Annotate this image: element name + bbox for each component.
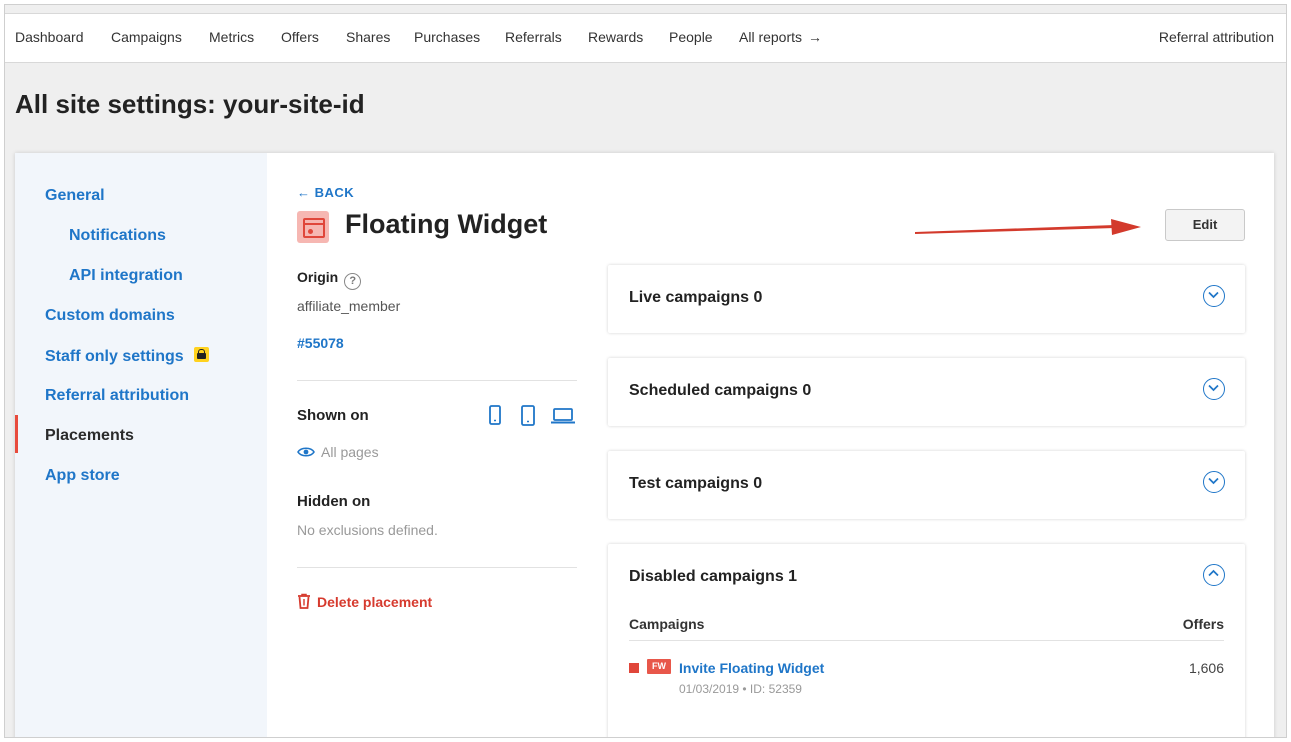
- hidden-on-label: Hidden on: [297, 493, 371, 510]
- sidebar-item-placements[interactable]: Placements: [45, 427, 134, 445]
- top-navigation: Dashboard Campaigns Metrics Offers Share…: [5, 13, 1286, 63]
- phone-icon[interactable]: [489, 405, 501, 425]
- nav-referral-attribution[interactable]: Referral attribution: [1159, 29, 1274, 45]
- panel-scheduled-campaigns: Scheduled campaigns 0: [608, 358, 1245, 426]
- back-label: BACK: [314, 185, 355, 200]
- placement-id-link[interactable]: #55078: [297, 335, 344, 351]
- floating-widget-icon: [297, 211, 329, 243]
- sidebar-item-label: Staff only settings: [45, 348, 184, 365]
- sidebar-item-staff-only-settings[interactable]: Staff only settings: [45, 347, 209, 366]
- arrow-left-icon: ←: [297, 185, 315, 200]
- panel-title: Live campaigns 0: [629, 289, 763, 306]
- active-indicator: [15, 415, 18, 453]
- edit-button[interactable]: Edit: [1165, 209, 1245, 241]
- divider: [629, 640, 1224, 641]
- hidden-on-value: No exclusions defined.: [297, 522, 438, 538]
- sidebar-item-general[interactable]: General: [45, 187, 105, 205]
- sidebar-item-notifications[interactable]: Notifications: [69, 227, 166, 245]
- chevron-down-icon[interactable]: [1203, 471, 1225, 493]
- laptop-icon[interactable]: [551, 408, 575, 424]
- help-icon[interactable]: ?: [344, 273, 362, 290]
- campaign-meta: 01/03/2019 • ID: 52359: [679, 682, 802, 696]
- divider: [297, 567, 577, 568]
- arrow-right-icon: →: [808, 29, 823, 45]
- page-title: All site settings: your-site-id: [15, 89, 365, 119]
- nav-campaigns[interactable]: Campaigns: [111, 29, 182, 45]
- sidebar-item-custom-domains[interactable]: Custom domains: [45, 307, 175, 325]
- panel-test-campaigns: Test campaigns 0: [608, 451, 1245, 519]
- nav-metrics[interactable]: Metrics: [209, 29, 254, 45]
- campaign-link[interactable]: Invite Floating Widget: [679, 660, 824, 676]
- chevron-up-icon[interactable]: [1203, 564, 1225, 586]
- back-link[interactable]: ← BACK: [297, 185, 354, 200]
- sidebar-item-app-store[interactable]: App store: [45, 467, 120, 485]
- annotation-arrow: [915, 219, 1141, 235]
- nav-referrals[interactable]: Referrals: [505, 29, 562, 45]
- column-header-campaigns: Campaigns: [629, 616, 705, 632]
- delete-placement-button[interactable]: Delete placement: [297, 593, 432, 610]
- placement-title: Floating Widget: [345, 209, 548, 239]
- campaign-offers-count: 1,606: [1188, 660, 1224, 676]
- shown-on-row: All pages: [297, 444, 379, 460]
- shown-on-label: Shown on: [297, 407, 369, 424]
- app-window: Dashboard Campaigns Metrics Offers Share…: [4, 4, 1287, 738]
- panel-title: Disabled campaigns 1: [629, 568, 798, 585]
- panel-title: Test campaigns 0: [629, 475, 763, 492]
- nav-offers[interactable]: Offers: [281, 29, 319, 45]
- origin-label-row: Origin?: [297, 269, 362, 290]
- nav-all-reports[interactable]: All reports →: [739, 29, 822, 45]
- status-indicator: [629, 663, 639, 673]
- chevron-down-icon[interactable]: [1203, 378, 1225, 400]
- settings-card: General Notifications API integration Cu…: [15, 153, 1274, 737]
- panel-title: Scheduled campaigns 0: [629, 382, 812, 399]
- campaign-badge: FW: [647, 659, 671, 674]
- sidebar-item-referral-attribution[interactable]: Referral attribution: [45, 387, 189, 405]
- lock-icon: [193, 347, 209, 362]
- nav-dashboard[interactable]: Dashboard: [15, 29, 84, 45]
- tablet-icon[interactable]: [521, 405, 535, 426]
- sidebar-item-api-integration[interactable]: API integration: [69, 267, 183, 285]
- nav-all-reports-label: All reports: [739, 29, 803, 45]
- chevron-down-icon[interactable]: [1203, 285, 1225, 307]
- nav-people[interactable]: People: [669, 29, 713, 45]
- panel-live-campaigns: Live campaigns 0: [608, 265, 1245, 333]
- nav-shares[interactable]: Shares: [346, 29, 390, 45]
- trash-icon: [298, 593, 310, 609]
- nav-rewards[interactable]: Rewards: [588, 29, 643, 45]
- column-header-offers: Offers: [1182, 616, 1224, 632]
- nav-purchases[interactable]: Purchases: [414, 29, 480, 45]
- settings-sidebar: General Notifications API integration Cu…: [15, 153, 267, 737]
- origin-value: affiliate_member: [297, 298, 401, 314]
- eye-icon: [297, 447, 315, 457]
- divider: [297, 380, 577, 381]
- origin-label: Origin: [297, 269, 339, 285]
- panel-disabled-campaigns: Disabled campaigns 1 Campaigns Offers FW…: [608, 544, 1245, 737]
- shown-on-value: All pages: [321, 444, 379, 460]
- delete-label: Delete placement: [317, 594, 433, 610]
